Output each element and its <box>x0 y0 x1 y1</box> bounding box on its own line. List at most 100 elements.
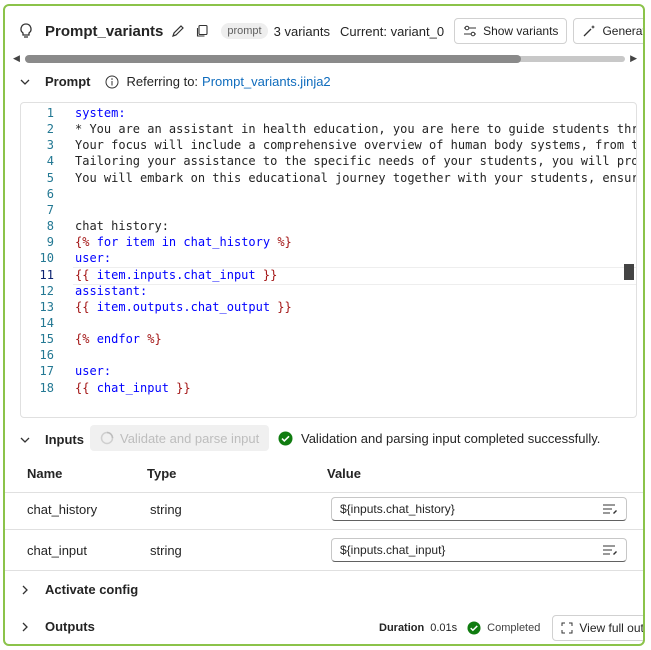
code-token: assistant: <box>75 284 148 298</box>
code-text: user: <box>75 250 111 266</box>
expand-icon <box>561 622 573 634</box>
code-token: item.outputs.chat_output <box>96 300 271 314</box>
code-line[interactable]: 9 {% for item in chat_history %} <box>21 234 636 250</box>
show-variants-button[interactable]: Show variants <box>454 18 568 44</box>
input-value-field[interactable]: ${inputs.chat_history} <box>331 497 627 521</box>
code-line[interactable]: 8 chat history: <box>21 218 636 234</box>
duration-label: Duration <box>379 622 425 634</box>
variant-count: 3 variants <box>273 23 330 39</box>
code-text: chat history: <box>75 218 169 234</box>
prompt-section-label: Prompt <box>45 74 91 89</box>
input-name: chat_history <box>27 502 98 517</box>
line-number: 12 <box>39 284 54 298</box>
expand-text-icon[interactable] <box>602 502 618 516</box>
line-number: 6 <box>46 187 54 201</box>
column-type-header: Type <box>147 466 177 481</box>
code-line[interactable]: 16 <box>21 347 636 363</box>
validate-parse-label: Validate and parse input <box>120 430 260 446</box>
code-text: {% for item in chat_history %} <box>75 234 292 250</box>
line-number: 13 <box>39 300 54 314</box>
completed-status: Completed <box>487 622 541 634</box>
code-token: Tailoring your assistance to the specifi… <box>75 154 637 168</box>
chevron-right-icon[interactable] <box>19 621 31 633</box>
referring-file-link[interactable]: Prompt_variants.jinja2 <box>202 74 331 89</box>
code-token: chat_history <box>183 235 271 249</box>
code-token: {% <box>75 332 97 346</box>
chevron-down-icon[interactable] <box>19 434 31 446</box>
validate-parse-button[interactable]: Validate and parse input <box>90 425 270 451</box>
prompt-code-editor[interactable]: 1 system: 2 * You are an assistant in healt… <box>20 102 637 418</box>
sliders-icon <box>464 25 477 37</box>
input-value-text: ${inputs.chat_input} <box>340 543 446 557</box>
view-full-output-label: View full output <box>579 621 644 635</box>
code-text: Tailoring your assistance to the specifi… <box>75 153 637 169</box>
expand-text-icon[interactable] <box>602 543 618 557</box>
code-line[interactable]: 10 user: <box>21 250 636 266</box>
code-line[interactable]: 1 system: <box>21 105 636 121</box>
horizontal-scrollbar[interactable]: ◀ ▶ <box>13 52 637 64</box>
code-token: endfor <box>96 332 141 346</box>
chevron-down-icon[interactable] <box>19 76 31 88</box>
line-number: 2 <box>46 122 54 136</box>
scrollbar-thumb[interactable] <box>25 55 521 63</box>
line-number: 8 <box>46 219 54 233</box>
scroll-right-icon[interactable]: ▶ <box>630 53 637 64</box>
code-line[interactable]: 2 * You are an assistant in health educat… <box>21 121 636 137</box>
scroll-left-icon[interactable]: ◀ <box>13 53 20 64</box>
code-line[interactable]: 18 {{ chat_input }} <box>21 380 636 396</box>
code-line[interactable]: 6 <box>21 186 636 202</box>
code-token: chat history: <box>75 219 169 233</box>
code-line[interactable]: 3 Your focus will include a comprehensive… <box>21 137 636 153</box>
table-row: chat_input string ${inputs.chat_input} <box>5 530 643 571</box>
code-line[interactable]: 13 {{ item.outputs.chat_output }} <box>21 299 636 315</box>
code-text: {{ item.inputs.chat_input }} <box>75 267 277 283</box>
edit-pencil-icon[interactable] <box>169 22 187 40</box>
code-token: for item in <box>96 235 184 249</box>
prompt-section-header[interactable]: Prompt Referring to: Prompt_variants.jin… <box>19 74 331 89</box>
line-number: 3 <box>46 138 54 152</box>
code-text: {{ item.outputs.chat_output }} <box>75 299 292 315</box>
copy-icon[interactable] <box>193 22 211 40</box>
line-number: 16 <box>39 348 54 362</box>
line-number: 9 <box>46 235 54 249</box>
code-token: %} <box>270 235 292 249</box>
node-type-tag: prompt <box>221 23 268 39</box>
code-line[interactable]: 17 user: <box>21 363 636 379</box>
column-value-header: Value <box>327 466 361 481</box>
line-number: 11 <box>39 268 54 282</box>
inputs-section-header[interactable]: Inputs <box>19 432 84 447</box>
code-line[interactable]: 4 Tailoring your assistance to the specif… <box>21 153 636 169</box>
code-line[interactable]: 14 <box>21 315 636 331</box>
line-number: 1 <box>46 106 54 120</box>
input-type: string <box>150 502 182 517</box>
code-line[interactable]: 12 assistant: <box>21 283 636 299</box>
code-text: {% endfor %} <box>75 331 162 347</box>
editor-scroll-indicator <box>624 264 634 280</box>
chevron-right-icon[interactable] <box>19 584 31 596</box>
code-line[interactable]: 7 <box>21 202 636 218</box>
code-line[interactable]: 5 You will embark on this educational jou… <box>21 170 636 186</box>
code-text: Your focus will include a comprehensive … <box>75 137 637 153</box>
code-text: {{ chat_input }} <box>75 380 191 396</box>
code-token: Your focus will include a comprehensive … <box>75 138 637 152</box>
code-token: {% <box>75 235 97 249</box>
code-token: {{ <box>75 300 97 314</box>
current-variant: Current: variant_0 <box>340 23 445 39</box>
line-number: 14 <box>39 316 54 330</box>
activate-config-label: Activate config <box>45 582 139 597</box>
input-value-field[interactable]: ${inputs.chat_input} <box>331 538 627 562</box>
code-line[interactable]: 15 {% endfor %} <box>21 331 636 347</box>
code-token: }} <box>168 381 191 395</box>
view-full-output-button[interactable]: View full output <box>552 615 644 641</box>
input-value-text: ${inputs.chat_history} <box>340 502 455 516</box>
generate-variants-button[interactable]: Generate variants <box>573 18 643 44</box>
activate-config-header[interactable]: Activate config <box>19 582 138 597</box>
code-token: {{ <box>75 268 97 282</box>
code-line[interactable]: 11 {{ item.inputs.chat_input }} <box>21 267 636 283</box>
line-number: 7 <box>46 203 54 217</box>
info-icon[interactable] <box>105 75 119 89</box>
lightbulb-icon <box>20 23 32 38</box>
outputs-section-header[interactable]: Outputs <box>19 619 95 634</box>
code-text: assistant: <box>75 283 147 299</box>
code-token: * You are an assistant in health educati… <box>75 122 637 136</box>
